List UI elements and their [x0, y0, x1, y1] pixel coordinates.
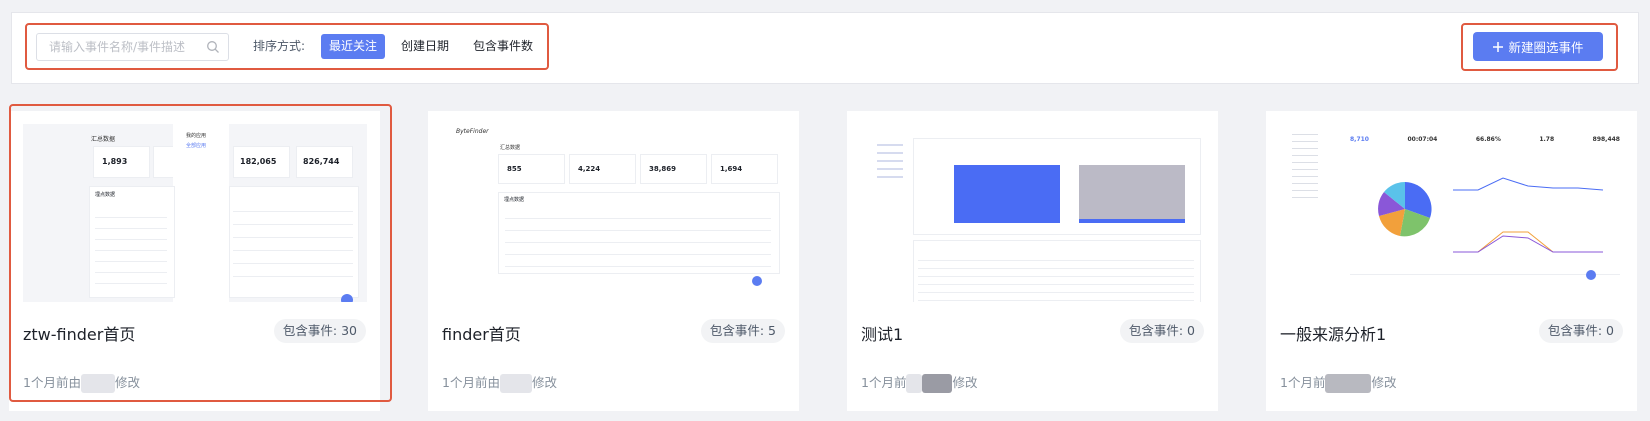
thumb-line-chart [1453, 177, 1604, 253]
sort-label: 排序方式: [253, 39, 306, 53]
thumb-stat: 38,869 [649, 165, 677, 173]
thumb-stat: 855 [507, 165, 522, 173]
new-event-button-label: 新建圈选事件 [1508, 40, 1584, 55]
help-dot-icon [1586, 270, 1596, 280]
sort-option-recent[interactable]: 最近关注 [321, 34, 386, 59]
thumb-stat-row: 855 4,224 38,869 1,694 [498, 154, 778, 184]
event-count-badge: 包含事件: 5 [700, 319, 785, 343]
thumb-stat-card: 855 [498, 154, 565, 184]
search-input[interactable] [37, 34, 209, 60]
page-card-4[interactable]: 8,710 00:07:04 66.86% 1.78 898,448 一般来源分… [1266, 111, 1637, 411]
page-card-2[interactable]: ByteFinder 汇总数据 855 4,224 38,869 1,694 埋… [428, 111, 799, 411]
sort-option-created[interactable]: 创建日期 [393, 34, 457, 59]
redacted-user [1325, 374, 1372, 393]
redacted-user [922, 374, 953, 393]
meta-prefix: 1个月前 [861, 375, 907, 390]
card-meta: 1个月前 修改 [861, 372, 977, 393]
thumb-stat: 4,224 [578, 165, 601, 173]
thumb-table: 埋点数据 [498, 192, 780, 274]
thumb-table-rows [918, 253, 1194, 302]
thumb-sidebar [877, 138, 903, 178]
brand-logo: ByteFinder [456, 128, 489, 135]
card-meta: 1个月前 修改 [1280, 372, 1396, 393]
thumb-table-rows [505, 207, 771, 267]
thumb-chart-panel [913, 138, 1201, 235]
thumb-table-title: 埋点数据 [504, 197, 525, 203]
thumb-stat-card: 4,224 [569, 154, 636, 184]
thumb-stat: 66.86% [1475, 136, 1501, 143]
redacted-user [499, 374, 532, 393]
thumb-stat: 898,448 [1592, 136, 1620, 143]
redacted-user [906, 374, 923, 393]
thumb-stat-card: 38,869 [640, 154, 707, 184]
thumb-pie-chart [1378, 181, 1432, 237]
help-dot-icon [752, 276, 762, 286]
thumb-stat-card: 1,694 [711, 154, 778, 184]
bar-gray [1079, 165, 1185, 219]
thumb-stat: 00:07:04 [1407, 136, 1438, 143]
meta-suffix: 修改 [531, 375, 557, 390]
thumb-stat: 8,710 [1350, 136, 1369, 143]
meta-prefix: 1个月前由 [442, 375, 500, 390]
card-meta: 1个月前由 修改 [442, 372, 557, 393]
page-thumbnail: ByteFinder 汇总数据 855 4,224 38,869 1,694 埋… [442, 124, 786, 302]
thumb-heading: 汇总数据 [500, 145, 521, 151]
thumb-stat: 1.78 [1539, 136, 1555, 143]
thumb-panel-divider [1350, 274, 1620, 275]
card-title: 测试1 [861, 325, 904, 344]
meta-suffix: 修改 [1371, 375, 1397, 390]
thumb-table [913, 240, 1201, 302]
thumb-stat: 1,694 [720, 165, 743, 173]
page-thumbnail [861, 124, 1205, 302]
sort-option-event-count[interactable]: 包含事件数 [465, 34, 541, 59]
page-card-3[interactable]: 测试1 包含事件: 0 1个月前 修改 [847, 111, 1218, 411]
search-icon[interactable] [206, 40, 220, 54]
plus-icon [1493, 41, 1504, 52]
bar-gray-base [1079, 219, 1185, 223]
card-title: 一般来源分析1 [1280, 325, 1387, 344]
thumb-stat-row: 8,710 00:07:04 66.86% 1.78 898,448 [1350, 128, 1620, 146]
bar-blue [954, 165, 1060, 223]
search-field[interactable] [36, 33, 229, 61]
new-event-button[interactable]: 新建圈选事件 [1473, 32, 1603, 61]
event-count-badge: 包含事件: 0 [1119, 319, 1204, 343]
card-title: finder首页 [442, 325, 521, 344]
meta-suffix: 修改 [952, 375, 978, 390]
page-thumbnail: 8,710 00:07:04 66.86% 1.78 898,448 [1280, 124, 1624, 302]
thumb-sidebar [1292, 128, 1318, 198]
event-count-badge: 包含事件: 0 [1538, 319, 1623, 343]
meta-prefix: 1个月前 [1280, 375, 1326, 390]
selected-card-highlight [9, 104, 392, 402]
